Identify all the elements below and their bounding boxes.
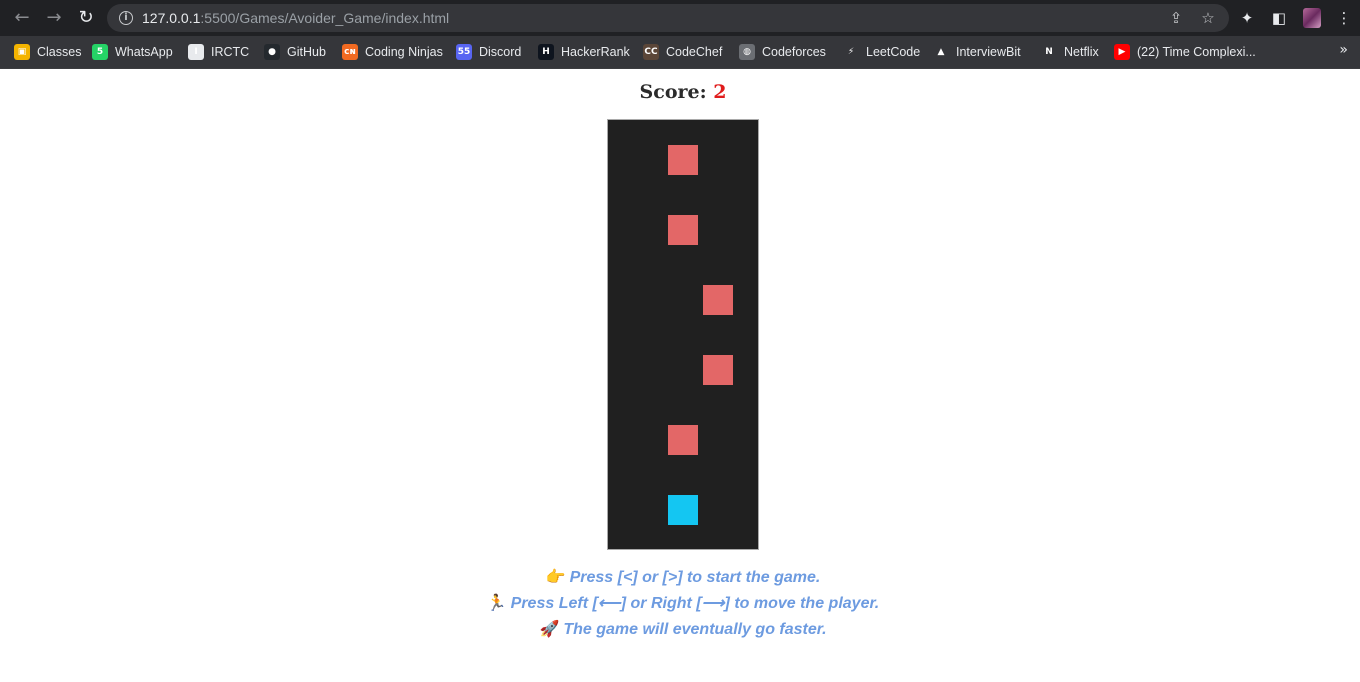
running-person-icon: 🏃 [486, 593, 507, 612]
bookmark-github[interactable]: ● GitHub [264, 42, 326, 62]
bookmarks-bar: ▣ Classes 5 WhatsApp I IRCTC ● GitHub ᴄɴ Coding N… [0, 36, 1360, 69]
bookmark-label: HackerRank [561, 45, 630, 59]
coding-ninjas-icon: ᴄɴ [342, 44, 358, 60]
address-bar[interactable]: i 127.0.0.1:5500/Games/Avoider_Game/inde… [107, 4, 1229, 32]
instruction-speed-text: The game will eventually go faster. [563, 621, 827, 638]
instruction-start-text: Press [<] or [>] to start the game. [569, 569, 821, 586]
enemy-block [668, 425, 698, 455]
instruction-move: 🏃 Press Left [⟵] or Right [⟶] to move the… [0, 593, 1360, 619]
reload-icon[interactable]: ↻ [76, 8, 96, 28]
discord-icon: 55 [456, 44, 472, 60]
enemy-block [668, 145, 698, 175]
enemy-block [668, 215, 698, 245]
game-board[interactable] [607, 119, 759, 550]
hackerrank-icon: H [538, 44, 554, 60]
enemy-block [703, 355, 733, 385]
codeforces-icon: ◍ [739, 44, 755, 60]
bookmark-interviewbit[interactable]: ▲ InterviewBit [933, 42, 1021, 62]
leetcode-icon: ⚡ [843, 44, 859, 60]
irctc-icon: I [188, 44, 204, 60]
codechef-icon: CC [643, 44, 659, 60]
extensions-puzzle-icon[interactable]: ✦ [1238, 9, 1256, 27]
bookmark-label: LeetCode [866, 45, 921, 59]
bookmark-label: Discord [479, 45, 522, 59]
share-icon[interactable]: ⇪ [1167, 9, 1185, 27]
youtube-icon: ▶ [1114, 44, 1130, 60]
score-label: Score: [639, 81, 707, 103]
profile-avatar[interactable] [1303, 8, 1321, 28]
menu-kebab-icon[interactable]: ⋮ [1335, 9, 1353, 27]
bookmark-label: Netflix [1064, 45, 1099, 59]
star-icon[interactable]: ☆ [1199, 9, 1217, 27]
bookmark-netflix[interactable]: N Netflix [1041, 42, 1099, 62]
whatsapp-icon: 5 [92, 44, 108, 60]
bookmark-discord[interactable]: 55 Discord [456, 42, 521, 62]
bookmark-label: WhatsApp [115, 45, 173, 59]
url-host: 127.0.0.1 [142, 10, 201, 26]
side-panel-icon[interactable]: ◧ [1270, 9, 1288, 27]
enemy-block [703, 285, 733, 315]
bookmark-classes[interactable]: ▣ Classes [14, 42, 81, 62]
url-text[interactable]: 127.0.0.1:5500/Games/Avoider_Game/index.… [142, 10, 449, 26]
bookmark-label: InterviewBit [956, 45, 1021, 59]
url-path: :5500/Games/Avoider_Game/index.html [200, 10, 450, 26]
bookmark-label: Coding Ninjas [365, 45, 443, 59]
bookmark-label: (22) Time Complexi... [1137, 45, 1256, 59]
back-arrow-icon[interactable]: ← [12, 8, 32, 28]
bookmark-label: Classes [37, 45, 82, 59]
interviewbit-icon: ▲ [933, 44, 949, 60]
bookmark-label: GitHub [287, 45, 326, 59]
bookmark-label: CodeChef [666, 45, 723, 59]
bookmark-irctc[interactable]: I IRCTC [188, 42, 249, 62]
bookmark-leetcode[interactable]: ⚡ LeetCode [843, 42, 920, 62]
bookmark-hackerrank[interactable]: H HackerRank [538, 42, 630, 62]
player-block [668, 495, 698, 525]
bookmarks-overflow-icon[interactable]: » [1339, 42, 1348, 58]
instructions: 👉 Press [<] or [>] to start the game. 🏃 Pr… [0, 567, 1360, 645]
bookmark-whatsapp[interactable]: 5 WhatsApp [92, 42, 173, 62]
rocket-icon: 🚀 [539, 619, 560, 638]
bookmark-label: Codeforces [762, 45, 826, 59]
bookmark-codechef[interactable]: CC CodeChef [643, 42, 722, 62]
pointing-hand-icon: 👉 [545, 567, 566, 586]
bookmark-22-time-complexi[interactable]: ▶ (22) Time Complexi... [1114, 42, 1256, 62]
score-display: Score: 2 [0, 81, 1360, 103]
bookmark-coding-ninjas[interactable]: ᴄɴ Coding Ninjas [342, 42, 443, 62]
bookmark-label: IRCTC [211, 45, 250, 59]
github-icon: ● [264, 44, 280, 60]
instruction-start: 👉 Press [<] or [>] to start the game. [0, 567, 1360, 593]
forward-arrow-icon[interactable]: → [44, 8, 64, 28]
bookmark-codeforces[interactable]: ◍ Codeforces [739, 42, 826, 62]
google-classroom-icon: ▣ [14, 44, 30, 60]
instruction-move-text: Press Left [⟵] or Right [⟶] to move the … [510, 595, 880, 612]
browser-toolbar: ← → ↻ i 127.0.0.1:5500/Games/Avoider_Gam… [0, 0, 1360, 36]
site-info-icon[interactable]: i [119, 11, 133, 25]
instruction-speed: 🚀 The game will eventually go faster. [0, 619, 1360, 645]
netflix-icon: N [1041, 44, 1057, 60]
score-value: 2 [713, 81, 727, 103]
